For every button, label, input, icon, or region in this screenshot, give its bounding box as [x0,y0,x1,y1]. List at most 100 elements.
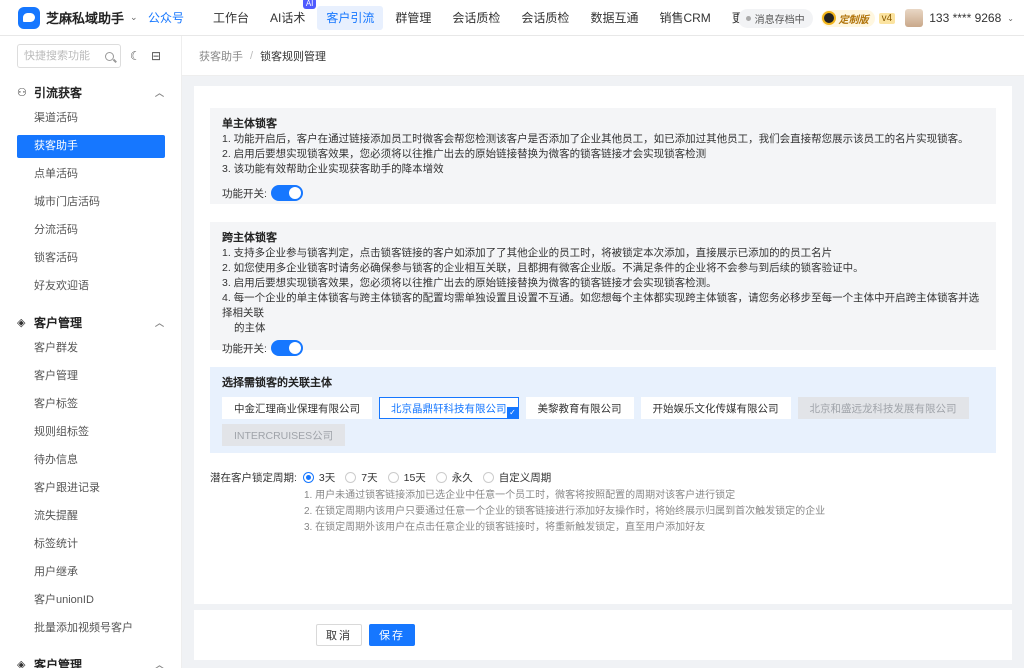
section-line: 2. 启用后要想实现锁客效果，您必须将以往推广出去的原始链接替换为微客的锁客链接… [222,148,707,160]
sidebar-item[interactable]: 待办信息 [17,449,165,472]
switch-row: 功能开关: [222,340,984,356]
chevron-down-icon[interactable]: ⌄ [130,12,138,23]
sidebar-group-header[interactable]: ◈ 客户管理 ︿ [0,312,181,332]
sidebar-item[interactable]: 批量添加视频号客户 [17,617,165,640]
sidebar-item[interactable]: 客户unionID [17,589,165,612]
app-logo[interactable]: 芝麻私域助手 ⌄ [0,6,140,29]
note-line: 1. 用户未通过锁客链接添加已选企业中任意一个员工时，微客将按照配置的周期对该客… [304,490,736,501]
period-radio[interactable]: 15天 [387,470,426,485]
section-title: 选择需锁客的关联主体 [222,377,332,389]
period-radio-label: 永久 [451,472,473,484]
logo-icon [18,6,40,29]
sidebar: ☾ ⊟ ⚇ 引流获客 ︿ 渠道活码获客助手点单活码城市门店活码分流活码锁客活码好… [0,36,182,668]
period-radio[interactable]: 自定义周期 [482,470,551,485]
section-line: 1. 功能开启后，客户在通过链接添加员工时微客会帮您检测该客户是否添加了企业其他… [222,133,969,145]
version-badge: v4 [878,12,896,24]
sidebar-search-box[interactable] [17,44,121,68]
note-line: 2. 在锁定周期内该用户只要通过任意一个企业的锁客链接进行添加好友操作时，将始终… [304,506,826,517]
save-button[interactable]: 保存 [369,624,415,646]
period-radio-label: 7天 [361,472,378,484]
sidebar-item[interactable]: 规则组标签 [17,421,165,444]
single-entity-lock-section: 单主体锁客 1. 功能开启后，客户在通过链接添加员工时微客会帮您检测该客户是否添… [210,108,996,204]
sidebar-item[interactable]: 渠道活码 [17,107,165,130]
related-entities-section: 选择需锁客的关联主体 中金汇理商业保理有限公司北京晶鼎轩科技有限公司美黎教育有限… [210,367,996,453]
nav-item-sales-crm[interactable]: 销售CRM [650,6,719,30]
nav-item-ai-script[interactable]: AI话术 AI [261,0,317,30]
note-line: 3. 在锁定周期外该用户在点击任意企业的锁客链接时，将重新触发锁定，直至用户添加… [304,522,706,533]
period-radio[interactable]: 永久 [435,470,473,485]
sidebar-group-customer-management-2: ◈ 客户管理 ︿ [0,654,181,668]
sidebar-item[interactable]: 标签统计 [17,533,165,556]
nav-item-group-management[interactable]: 群管理 [386,6,440,30]
nav-item-session-qc-1[interactable]: 会话质检 [443,6,509,30]
custom-edition-badge[interactable]: 定制版 [820,9,875,27]
sidebar-item[interactable]: 客户群发 [17,337,165,360]
theme-moon-icon[interactable]: ☾ [130,50,142,62]
cross-lock-toggle[interactable] [270,340,303,356]
layout-icon[interactable]: ⊟ [151,50,163,62]
user-phone[interactable]: 133 **** 9268 [929,11,1001,25]
archive-status-pill[interactable]: 消息存档中 [737,8,813,28]
radio-circle-icon [435,472,447,483]
sidebar-item[interactable]: 获客助手 [17,135,165,158]
search-input[interactable] [24,50,102,62]
sidebar-item[interactable]: 城市门店活码 [17,191,165,214]
sidebar-item[interactable]: 流失提醒 [17,505,165,528]
sidebar-search-row: ☾ ⊟ [0,36,181,68]
entity-option: 北京和盛远龙科技发展有限公司 [797,397,969,419]
sidebar-item[interactable]: 客户管理 [17,365,165,388]
entity-option[interactable]: 中金汇理商业保理有限公司 [222,397,372,419]
sidebar-item[interactable]: 锁客活码 [17,247,165,270]
section-title: 单主体锁客 [222,118,277,130]
chevron-up-icon: ︿ [154,87,164,98]
cancel-button[interactable]: 取消 [316,624,362,646]
nav-item-workbench[interactable]: 工作台 [204,6,258,30]
ai-badge: AI [302,0,317,9]
section-title: 跨主体锁客 [222,232,277,244]
single-lock-toggle[interactable] [270,185,303,201]
chevron-up-icon: ︿ [154,659,164,668]
top-navbar: 芝麻私域助手 ⌄ 公众号 工作台 AI话术 AI 客户引流 群管理 会话质检 会话… [0,0,1024,36]
period-radio-group: 3天 7天 15天 永久 自定义周期 [297,470,551,485]
top-right-area: 消息存档中 定制版 v4 133 **** 9268 ⌄ [737,0,1024,36]
period-radio-label: 15天 [403,472,426,484]
sidebar-group-header[interactable]: ◈ 客户管理 ︿ [0,654,181,668]
chevron-down-icon[interactable]: ⌄ [1007,14,1014,23]
avatar[interactable] [905,9,924,27]
chevron-up-icon: ︿ [154,317,164,328]
sidebar-item[interactable]: 好友欢迎语 [17,275,165,298]
sidebar-item[interactable]: 用户继承 [17,561,165,584]
entity-option[interactable]: 北京晶鼎轩科技有限公司 [379,397,519,419]
entity-option[interactable]: 美黎教育有限公司 [525,397,634,419]
nav-item-customer-acquisition[interactable]: 客户引流 [317,5,384,30]
sidebar-group-customer-management: ◈ 客户管理 ︿ 客户群发客户管理客户标签规则组标签待办信息客户跟进记录 流失提醒… [0,312,181,640]
entity-grid: 中金汇理商业保理有限公司北京晶鼎轩科技有限公司美黎教育有限公司开始娱乐文化传媒有… [222,397,984,451]
nav-item-session-qc-2[interactable]: 会话质检 [512,6,578,30]
section-line: 3. 该功能有效帮助企业实现获客助手的降本增效 [222,163,444,175]
section-line: 3. 启用后要想实现锁客效果，您必须将以往推广出去的原始链接替换为微客的锁客链接… [222,277,717,289]
period-radio[interactable]: 7天 [345,470,378,485]
search-icon[interactable] [105,51,114,61]
sidebar-group-header[interactable]: ⚇ 引流获客 ︿ [0,82,181,102]
breadcrumb-parent[interactable]: 获客助手 [199,48,243,64]
status-dot-icon [745,15,751,21]
edition-icon [821,11,836,25]
main-card: 单主体锁客 1. 功能开启后，客户在通过链接添加员工时微客会帮您检测该客户是否添… [194,86,1012,604]
user-add-icon: ⚇ [17,86,27,99]
radio-circle-icon [302,472,314,483]
section-line: 1. 支持多企业参与锁客判定，点击锁客链接的客户如添加了了其他企业的员工时，将被… [222,247,833,259]
period-radio[interactable]: 3天 [302,470,336,485]
period-radio-label: 3天 [318,472,336,484]
nav-item-data-sync[interactable]: 数据互通 [581,6,647,30]
section-line: 4. 每一个企业的单主体锁客与跨主体锁客的配置均需单独设置且设置不互通。如您想每… [222,292,980,319]
radio-circle-icon [482,472,494,483]
account-tag[interactable]: 公众号 [148,9,184,26]
sidebar-item[interactable]: 客户标签 [17,393,165,416]
entity-option[interactable]: 开始娱乐文化传媒有限公司 [640,397,791,419]
sidebar-item[interactable]: 客户跟进记录 [17,477,165,500]
sidebar-item[interactable]: 点单活码 [17,163,165,186]
sidebar-item[interactable]: 分流活码 [17,219,165,242]
lock-period-row: 潜在客户锁定周期: 3天 7天 15天 永久 自定义周期 [210,470,551,485]
breadcrumb-separator: / [250,49,254,62]
section-line: 的主体 [234,322,266,334]
